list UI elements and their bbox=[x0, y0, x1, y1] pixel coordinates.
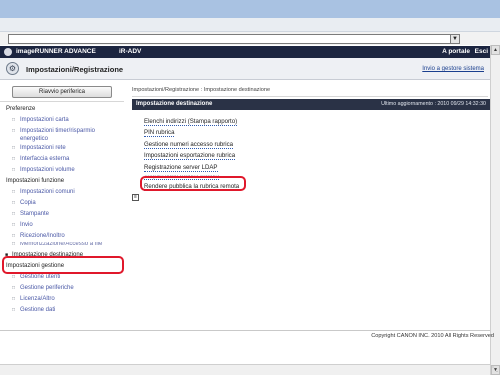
brand-name: imageRUNNER ADVANCE bbox=[16, 48, 96, 55]
sidebar-item-common[interactable]: Impostazioni comuni bbox=[0, 187, 124, 198]
sidebar-item-printer[interactable]: Stampante bbox=[0, 209, 124, 220]
divider bbox=[0, 330, 490, 331]
highlight-destination-settings bbox=[2, 256, 124, 274]
divider bbox=[132, 96, 488, 97]
breadcrumb: Impostazioni/Registrazione : Impostazion… bbox=[132, 87, 271, 93]
horizontal-scrollbar[interactable] bbox=[0, 364, 490, 375]
browser-toolbar bbox=[0, 18, 500, 32]
page-title: Impostazioni/Registrazione bbox=[26, 65, 124, 74]
link-ldap-server-registration[interactable]: Registrazione server LDAP bbox=[144, 164, 218, 172]
sidebar-item-data-management[interactable]: Gestione dati bbox=[0, 305, 124, 316]
link-address-lists-report[interactable]: Elenchi indirizzi (Stampa rapporto) bbox=[144, 118, 238, 126]
device-model: iR-ADV bbox=[119, 48, 142, 55]
send-to-admin-link[interactable]: Invio a gestore sistema bbox=[422, 66, 484, 72]
sidebar: Riavvio periferica Preferenze Impostazio… bbox=[0, 80, 124, 350]
panel-title: Impostazione destinazione bbox=[136, 101, 213, 107]
sidebar-item-receive-forward[interactable]: Ricezione/Inoltro bbox=[0, 231, 124, 242]
chevron-down-icon[interactable]: ▼ bbox=[450, 34, 460, 44]
sidebar-item-license[interactable]: Licenza/Altro bbox=[0, 294, 124, 305]
page-titlebar: ⚙ Impostazioni/Registrazione Invio a ges… bbox=[0, 58, 490, 80]
link-address-book-access-numbers[interactable]: Gestione numeri accesso rubrica bbox=[144, 141, 234, 149]
window-titlebar bbox=[0, 0, 500, 18]
portal-link[interactable]: A portale bbox=[442, 48, 470, 55]
sidebar-item-external-interface[interactable]: Interfaccia esterna bbox=[0, 154, 124, 165]
scroll-up-icon[interactable]: ▲ bbox=[491, 45, 500, 55]
sidebar-item-send[interactable]: Invio bbox=[0, 220, 124, 231]
sidebar-item-device-management[interactable]: Gestione periferiche bbox=[0, 283, 124, 294]
sidebar-item-store-access-files[interactable]: Memorizzazione/Accesso a file bbox=[0, 242, 124, 247]
sidebar-item-network[interactable]: Impostazioni rete bbox=[0, 143, 124, 154]
link-address-book-export[interactable]: Impostazioni esportazione rubrica bbox=[144, 152, 236, 161]
logout-link[interactable]: Esci bbox=[475, 48, 488, 55]
sidebar-group-preferences: Preferenze bbox=[6, 106, 36, 112]
restart-device-button[interactable]: Riavvio periferica bbox=[12, 86, 112, 98]
resize-grip-icon[interactable]: ⋱ bbox=[491, 366, 499, 374]
address-input[interactable] bbox=[8, 34, 460, 44]
main-content: Impostazioni/Registrazione : Impostazion… bbox=[124, 80, 490, 330]
sidebar-item-timer-energy[interactable]: Impostazioni timer/risparmio energetico bbox=[0, 126, 124, 143]
brand-logo-icon bbox=[4, 48, 12, 56]
last-updated: Ultimo aggiornamento : 2010 09/29 14:32:… bbox=[381, 101, 486, 107]
sidebar-item-copy[interactable]: Copia bbox=[0, 198, 124, 209]
vertical-scrollbar[interactable]: ▲ ▼ bbox=[490, 45, 500, 375]
divider bbox=[0, 101, 124, 102]
panel-header: Impostazione destinazione Ultimo aggiorn… bbox=[132, 99, 490, 110]
sidebar-item-paper[interactable]: Impostazioni carta bbox=[0, 115, 124, 126]
copyright-text: Copyright CANON INC. 2010 All Rights Res… bbox=[371, 333, 494, 339]
sidebar-group-function: Impostazioni funzione bbox=[6, 178, 65, 184]
highlight-publish-remote-address-book bbox=[140, 176, 246, 191]
sidebar-nav: Preferenze Impostazioni carta Impostazio… bbox=[0, 101, 124, 316]
link-address-book-pin[interactable]: PIN rubrica bbox=[144, 129, 175, 138]
app-header: imageRUNNER ADVANCE iR-ADV A portale Esc… bbox=[0, 46, 490, 58]
expand-icon[interactable]: ≡ bbox=[132, 194, 139, 201]
sidebar-item-volume[interactable]: Impostazioni volume bbox=[0, 165, 124, 176]
settings-icon: ⚙ bbox=[6, 62, 19, 75]
